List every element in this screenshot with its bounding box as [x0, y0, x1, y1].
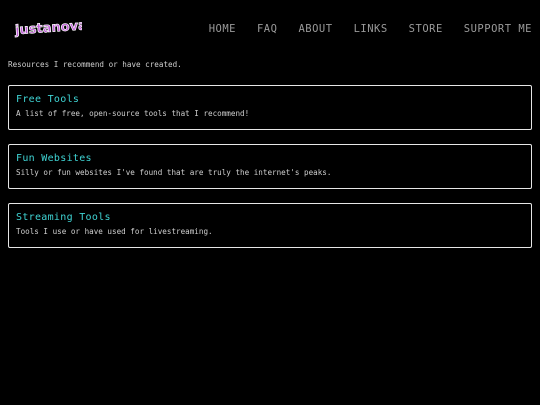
site-header: justanoval HOME FAQ ABOUT LINKS STORE SU… — [8, 0, 532, 58]
nav-home[interactable]: HOME — [209, 23, 236, 35]
svg-text:justanoval: justanoval — [14, 18, 82, 38]
resource-card-free-tools[interactable]: Free Tools A list of free, open-source t… — [8, 85, 532, 130]
resource-card-streaming-tools[interactable]: Streaming Tools Tools I use or have used… — [8, 203, 532, 248]
resource-card-fun-websites[interactable]: Fun Websites Silly or fun websites I've … — [8, 144, 532, 189]
intro-text: Resources I recommend or have created. — [8, 60, 182, 69]
logo-wordmark: justanoval — [13, 18, 92, 39]
card-description: Tools I use or have used for livestreami… — [16, 227, 213, 236]
nav-store[interactable]: STORE — [409, 23, 443, 35]
site-logo[interactable]: justanoval — [13, 18, 92, 42]
page: justanoval HOME FAQ ABOUT LINKS STORE SU… — [0, 0, 540, 405]
main-nav: HOME FAQ ABOUT LINKS STORE SUPPORT ME — [188, 23, 532, 35]
card-description: Silly or fun websites I've found that ar… — [16, 168, 332, 177]
nav-links[interactable]: LINKS — [354, 23, 388, 35]
card-title: Fun Websites — [16, 153, 92, 164]
resource-list: Free Tools A list of free, open-source t… — [8, 85, 532, 248]
nav-support-me[interactable]: SUPPORT ME — [464, 23, 532, 35]
card-description: A list of free, open-source tools that I… — [16, 109, 250, 118]
nav-faq[interactable]: FAQ — [257, 23, 277, 35]
card-title: Free Tools — [16, 94, 80, 105]
nav-about[interactable]: ABOUT — [298, 23, 332, 35]
card-title: Streaming Tools — [16, 212, 111, 223]
